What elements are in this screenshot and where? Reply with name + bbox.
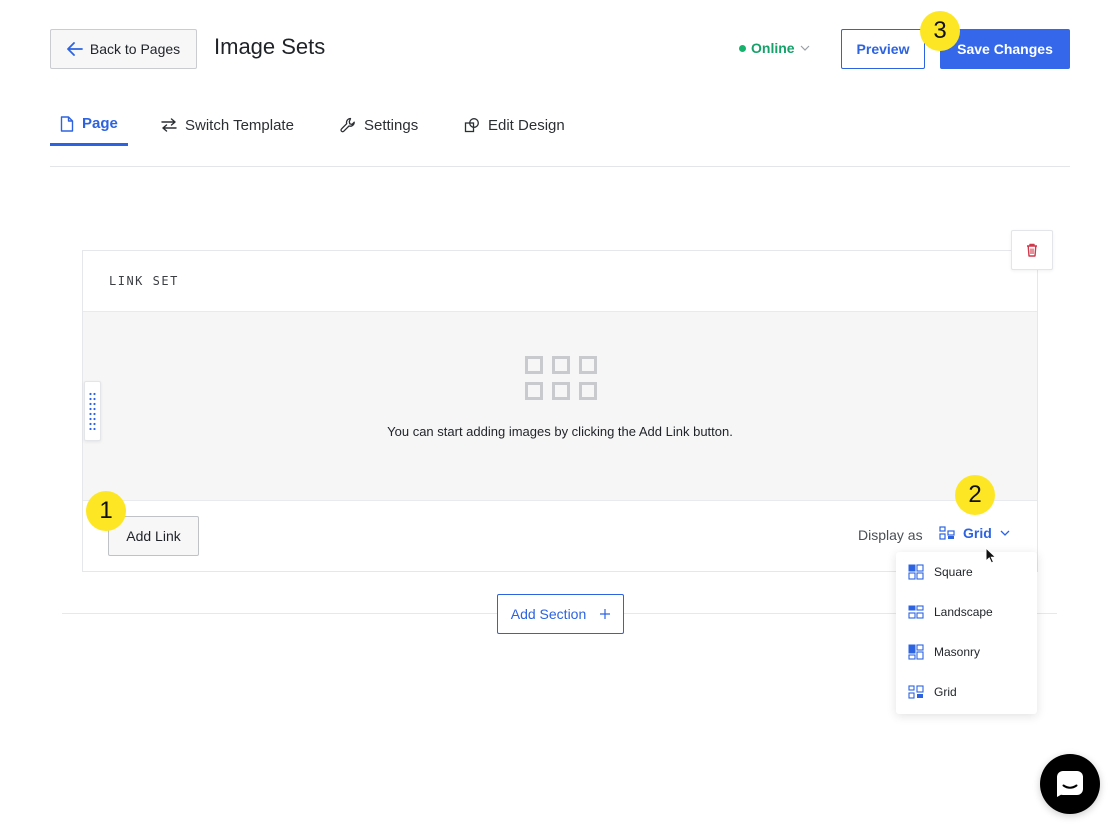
display-option-square[interactable]: Square — [908, 560, 973, 584]
display-as-value: Grid — [963, 525, 992, 541]
display-option-landscape[interactable]: Landscape — [908, 600, 993, 624]
grid-placeholder-icon — [525, 356, 597, 400]
drag-handle-icon — [89, 392, 96, 430]
trash-icon — [1027, 243, 1037, 257]
wrench-icon — [340, 117, 355, 133]
tab-page-label: Page — [82, 115, 118, 132]
tab-edit-design[interactable]: Edit Design — [464, 104, 565, 146]
grid-layout-icon — [939, 526, 955, 540]
tab-settings[interactable]: Settings — [340, 104, 418, 146]
delete-section-button[interactable] — [1011, 230, 1053, 270]
status-label: Online — [751, 40, 795, 56]
design-shapes-icon — [464, 118, 479, 133]
display-option-label: Landscape — [934, 605, 993, 619]
empty-state-message: You can start adding images by clicking … — [387, 424, 733, 439]
back-to-pages-label: Back to Pages — [89, 41, 181, 57]
page-icon — [60, 115, 74, 132]
display-option-label: Masonry — [934, 645, 981, 659]
page-title: Image Sets — [214, 34, 326, 59]
display-option-grid[interactable]: Grid — [908, 680, 957, 704]
link-set-empty-state: You can start adding images by clicking … — [83, 312, 1037, 501]
grid-layout-icon — [908, 685, 924, 699]
plus-icon — [600, 609, 611, 619]
arrow-left-icon — [66, 42, 83, 56]
annotation-badge-3: 3 — [920, 11, 960, 51]
display-option-label: Square — [934, 565, 973, 579]
display-option-label: Grid — [934, 685, 957, 699]
display-as-dropdown: Square Landscape Masonry Grid — [896, 552, 1037, 714]
drag-handle[interactable] — [84, 381, 101, 441]
add-section-button[interactable]: Add Section — [497, 594, 624, 634]
display-option-masonry[interactable]: Masonry — [908, 640, 980, 664]
add-section-label: Add Section — [510, 606, 587, 622]
tab-page[interactable]: Page — [50, 104, 128, 146]
status-dot-icon — [739, 44, 746, 52]
link-set-card: LINK SET You can start adding images by … — [82, 250, 1038, 572]
tab-settings-label: Settings — [364, 116, 419, 134]
landscape-layout-icon — [908, 605, 924, 619]
preview-button[interactable]: Preview — [841, 29, 925, 69]
tab-switch-template-label: Switch Template — [185, 116, 294, 134]
display-as-select[interactable]: Grid — [939, 525, 1010, 541]
status-dropdown[interactable]: Online — [739, 40, 810, 56]
back-to-pages-button[interactable]: Back to Pages — [50, 29, 197, 69]
annotation-badge-2: 2 — [955, 475, 995, 515]
chevron-down-icon — [800, 45, 809, 51]
chevron-down-icon — [1000, 530, 1010, 536]
swap-icon — [161, 118, 177, 132]
tab-edit-design-label: Edit Design — [488, 116, 565, 134]
chat-icon — [1057, 771, 1083, 797]
mouse-cursor-icon — [985, 547, 997, 564]
tab-bar: Page Switch Template Settings Edit Desig… — [50, 104, 1070, 167]
display-as-label: Display as — [858, 527, 923, 543]
chat-launcher-button[interactable] — [1040, 754, 1100, 814]
masonry-layout-icon — [908, 644, 924, 660]
tab-switch-template[interactable]: Switch Template — [161, 104, 294, 146]
link-set-header: LINK SET — [83, 251, 1037, 312]
annotation-badge-1: 1 — [86, 491, 126, 531]
square-layout-icon — [908, 564, 924, 580]
